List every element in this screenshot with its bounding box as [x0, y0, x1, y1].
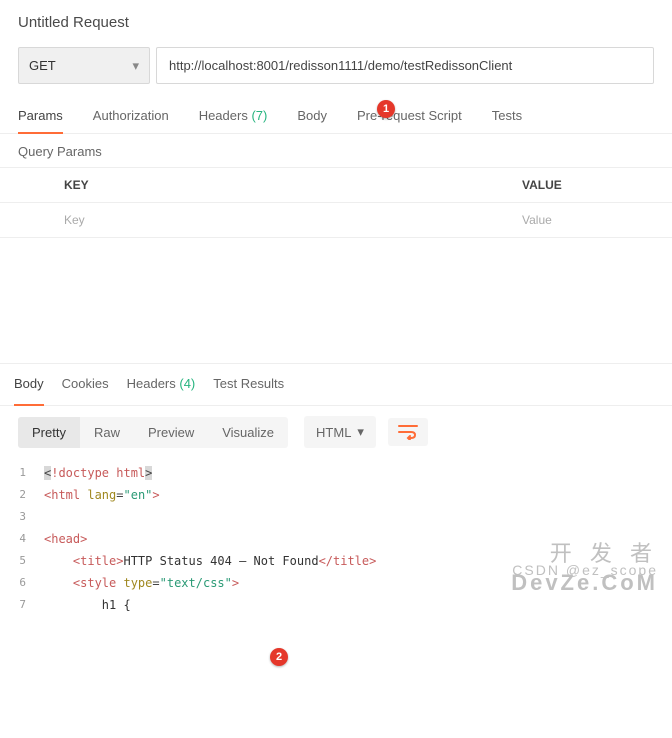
res-tab-cookies[interactable]: Cookies	[62, 376, 109, 397]
code-line-4: 4<head>	[0, 528, 672, 550]
body-toolbar: Pretty Raw Preview Visualize HTML ▾	[0, 406, 672, 458]
code-viewer[interactable]: 1<!doctype html> 2<html lang="en"> 3 4<h…	[0, 458, 672, 620]
caret-down-icon: ▾	[357, 424, 364, 440]
res-tab-headers[interactable]: Headers (4)	[127, 376, 196, 397]
tab-body[interactable]: Body	[297, 98, 327, 133]
code-line-2: 2<html lang="en">	[0, 484, 672, 506]
lang-label: HTML	[316, 425, 351, 440]
language-select[interactable]: HTML ▾	[304, 416, 376, 448]
headers-count: (7)	[251, 108, 267, 123]
col-value-header: VALUE	[516, 168, 672, 202]
tab-prerequest[interactable]: Pre-request Script	[357, 98, 462, 133]
tab-headers[interactable]: Headers (7)	[199, 98, 268, 133]
tab-params[interactable]: Params	[18, 98, 63, 133]
request-row: GET ▾	[0, 41, 672, 98]
query-table-row[interactable]: Key Value	[0, 203, 672, 238]
row-check[interactable]	[0, 203, 58, 237]
code-line-5: 5 <title>HTTP Status 404 – Not Found</ti…	[0, 550, 672, 572]
request-title[interactable]: Untitled Request	[18, 14, 654, 31]
caret-down-icon: ▾	[132, 58, 139, 74]
tab-headers-label: Headers	[199, 108, 248, 123]
res-headers-label: Headers	[127, 376, 176, 391]
res-tab-testresults[interactable]: Test Results	[213, 376, 284, 397]
method-label: GET	[29, 58, 56, 73]
code-line-1: 1<!doctype html>	[0, 462, 672, 484]
request-tabs: Params Authorization Headers (7) Body Pr…	[0, 98, 672, 134]
view-mode-group: Pretty Raw Preview Visualize	[18, 417, 288, 448]
code-line-3: 3	[0, 506, 672, 528]
annotation-marker-1: 1	[377, 100, 395, 118]
res-tab-body[interactable]: Body	[14, 376, 44, 397]
request-header: Untitled Request	[0, 0, 672, 41]
tab-tests[interactable]: Tests	[492, 98, 522, 133]
value-input[interactable]: Value	[516, 203, 672, 237]
mode-pretty[interactable]: Pretty	[18, 417, 80, 448]
key-input[interactable]: Key	[58, 203, 516, 237]
tab-authorization[interactable]: Authorization	[93, 98, 169, 133]
code-line-6: 6 <style type="text/css">	[0, 572, 672, 594]
http-method-select[interactable]: GET ▾	[18, 47, 150, 84]
mode-visualize[interactable]: Visualize	[208, 417, 288, 448]
mode-preview[interactable]: Preview	[134, 417, 208, 448]
wrap-lines-icon	[398, 424, 418, 440]
url-input[interactable]	[156, 47, 654, 84]
col-key-header: KEY	[58, 168, 516, 202]
code-line-7: 7 h1 {	[0, 594, 672, 616]
annotation-marker-2: 2	[270, 648, 288, 666]
query-table-header: KEY VALUE	[0, 167, 672, 203]
res-headers-count: (4)	[179, 376, 195, 391]
col-check	[0, 168, 58, 202]
wrap-button[interactable]	[388, 418, 428, 446]
mode-raw[interactable]: Raw	[80, 417, 134, 448]
response-tabs: Body Cookies Headers (4) Test Results	[0, 364, 672, 406]
query-params-title: Query Params	[0, 134, 672, 167]
spacer	[0, 238, 672, 364]
